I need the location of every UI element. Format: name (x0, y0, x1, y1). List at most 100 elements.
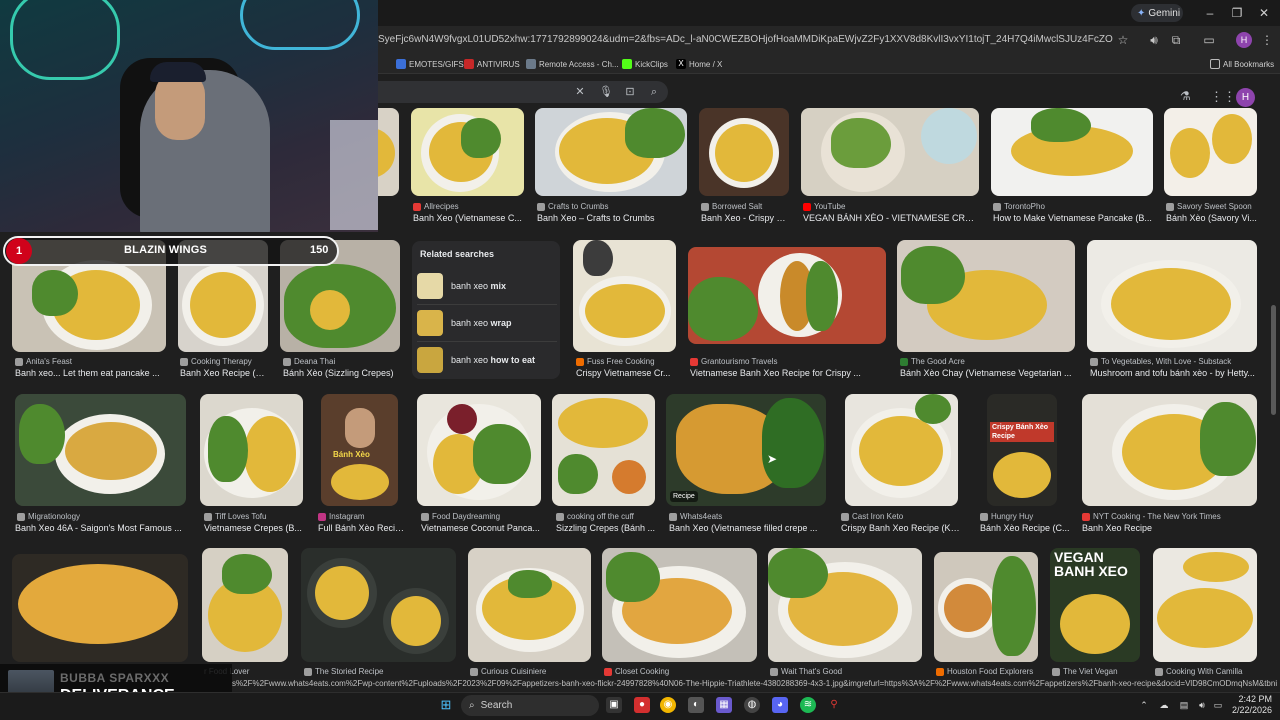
battery-icon[interactable]: ▭ (1212, 699, 1224, 711)
image-result[interactable] (934, 552, 1038, 662)
result-title[interactable]: VEGAN BÁNH XÈO - VIETNAMESE CREPE... (803, 213, 979, 223)
bookmark-antivirus[interactable]: ANTIVIRUS (464, 57, 520, 71)
image-result[interactable]: Crispy Bánh Xèo Recipe (987, 394, 1057, 506)
extensions-icon[interactable]: ⧉ (1167, 31, 1185, 49)
image-result[interactable] (768, 548, 922, 662)
cloud-icon[interactable]: ☁ (1158, 699, 1170, 711)
gemini-button[interactable]: ✦ Gemini (1131, 4, 1183, 22)
bookmark-kickclips[interactable]: KickClips (622, 57, 668, 71)
result-title[interactable]: Banh Xeo 46A - Saigon's Most Famous ... (15, 523, 187, 533)
taskbar-clock[interactable]: 2:42 PM 2/22/2026 (1226, 694, 1272, 716)
image-result[interactable] (1153, 548, 1257, 662)
result-title[interactable]: Banh Xeo (Vietnamese filled crepe ... (669, 523, 827, 533)
result-title[interactable]: How to Make Vietnamese Pancake (B... (993, 213, 1153, 223)
shield-icon (464, 59, 474, 69)
related-search-item[interactable]: banh xeo mix (417, 272, 557, 300)
map-pin-icon[interactable]: ⚲ (826, 697, 842, 713)
related-search-item[interactable]: banh xeo wrap (417, 309, 557, 337)
image-result[interactable] (1164, 108, 1257, 196)
image-result[interactable] (688, 247, 886, 344)
image-result[interactable]: Recipe (666, 394, 826, 506)
app-grid-icon[interactable]: ▦ (716, 697, 732, 713)
image-result[interactable] (1087, 240, 1257, 352)
image-result[interactable] (1082, 394, 1257, 506)
result-title[interactable]: Bánh Xèo (Savory Vi... (1166, 213, 1258, 223)
result-title[interactable]: Vietnamese Crepes (B... (204, 523, 304, 533)
address-bar-url[interactable]: SyeFjc6wN4W9fvgxL01UD52xhw:1771792899024… (378, 34, 1113, 48)
lens-icon[interactable]: ⊡ (622, 84, 638, 100)
bookmark-emotes[interactable]: EMOTES/GIFS (396, 57, 464, 71)
result-title[interactable]: Bánh Xèo Recipe (C... (980, 523, 1070, 533)
bookmark-home-x[interactable]: X Home / X (676, 57, 722, 71)
tray-chevron-icon[interactable]: ⌃ (1138, 699, 1150, 711)
github-icon[interactable]: ◍ (744, 697, 760, 713)
taskview-icon[interactable]: ▣ (606, 697, 622, 713)
microphone-icon[interactable]: 🎙︎ (598, 84, 614, 100)
result-title[interactable]: Bánh Xèo Chay (Vietnamese Vegetarian ... (900, 368, 1076, 378)
all-bookmarks[interactable]: All Bookmarks (1210, 57, 1274, 71)
image-result[interactable]: VEGAN BANH XEO (1050, 548, 1140, 662)
image-result[interactable] (573, 240, 676, 352)
result-title[interactable]: Banh Xeo (Vietnamese C... (413, 213, 523, 223)
image-result[interactable] (535, 108, 687, 196)
google-apps-icon[interactable]: ⋮⋮ (1210, 89, 1236, 105)
result-title[interactable]: Banh xeo... Let them eat pancake ... (15, 368, 165, 378)
close-icon[interactable]: ✕ (1254, 4, 1274, 22)
result-source: Crafts to Crumbs (537, 202, 685, 211)
search-icon[interactable]: ⌕ (646, 84, 662, 100)
more-menu-icon[interactable]: ⋮ (1258, 31, 1276, 49)
result-title[interactable]: Banh Xeo - Crispy V... (701, 213, 789, 223)
image-result[interactable] (12, 554, 188, 662)
taskbar-search[interactable]: ⌕ Search (461, 695, 599, 716)
result-title[interactable]: Banh Xeo Recipe (1082, 523, 1258, 533)
image-result[interactable] (991, 108, 1153, 196)
result-title[interactable]: Bánh Xèo (Sizzling Crepes) (283, 368, 401, 378)
result-title[interactable]: Banh Xeo Recipe (V... (180, 368, 268, 378)
app-red-icon[interactable]: ● (634, 697, 650, 713)
related-search-item[interactable]: banh xeo how to eat (417, 346, 557, 374)
google-search-input[interactable] (330, 81, 668, 103)
network-icon[interactable]: ▤ (1178, 699, 1190, 711)
speaker-icon[interactable]: 🔊︎ (1145, 31, 1163, 49)
chrome-icon[interactable]: ◉ (660, 697, 676, 713)
browser-profile-avatar[interactable]: H (1236, 32, 1252, 48)
image-result[interactable] (552, 394, 655, 506)
result-title[interactable]: Banh Xeo – Crafts to Crumbs (537, 213, 687, 223)
related-thumbnail (417, 310, 443, 336)
bookmark-remote-access[interactable]: Remote Access - Ch... (526, 57, 619, 71)
image-result[interactable]: Bánh Xèo (321, 394, 398, 506)
image-result[interactable] (801, 108, 979, 196)
image-result[interactable] (411, 108, 524, 196)
spotify-icon[interactable]: ≋ (800, 697, 816, 713)
result-title[interactable]: Crispy Vietnamese Cr... (576, 368, 676, 378)
image-result[interactable] (15, 394, 186, 506)
result-title[interactable]: Vietnamese Coconut Panca... (421, 523, 541, 533)
google-account-avatar[interactable]: H (1236, 88, 1255, 107)
image-result[interactable] (845, 394, 958, 506)
image-result[interactable] (468, 548, 591, 662)
result-title[interactable]: Full Bánh Xèo Recip... (318, 523, 406, 533)
clear-icon[interactable]: ✕ (572, 84, 588, 100)
result-title[interactable]: Crispy Banh Xeo Recipe (Ket... (841, 523, 961, 533)
windows-start-icon[interactable]: ⊞ (438, 697, 454, 713)
page-scrollbar[interactable] (1271, 305, 1276, 415)
image-result[interactable] (202, 548, 288, 662)
discord-icon[interactable]: ◕ (772, 697, 788, 713)
labs-flask-icon[interactable]: ⚗ (1180, 89, 1194, 105)
result-title[interactable]: Sizzling Crepes (Bánh ... (556, 523, 656, 533)
result-title[interactable]: Vietnamese Banh Xeo Recipe for Crispy ..… (690, 368, 884, 378)
image-result[interactable] (417, 394, 541, 506)
image-result[interactable] (897, 240, 1075, 352)
result-title[interactable]: Mushroom and tofu bánh xèo - by Hetty... (1090, 368, 1258, 378)
image-result[interactable] (699, 108, 789, 196)
image-result[interactable] (602, 548, 757, 662)
bookmark-star-icon[interactable]: ☆ (1114, 31, 1132, 49)
maximize-icon[interactable]: ❐ (1227, 4, 1247, 22)
minimize-icon[interactable]: – (1200, 4, 1220, 22)
image-result[interactable] (200, 394, 303, 506)
app-icon[interactable]: ◐ (688, 697, 704, 713)
image-result[interactable] (301, 548, 456, 662)
volume-icon[interactable]: 🔊︎ (1196, 699, 1208, 711)
sidepanel-icon[interactable]: ▭ (1200, 31, 1218, 49)
result-source: Wait That's Good (770, 667, 920, 676)
